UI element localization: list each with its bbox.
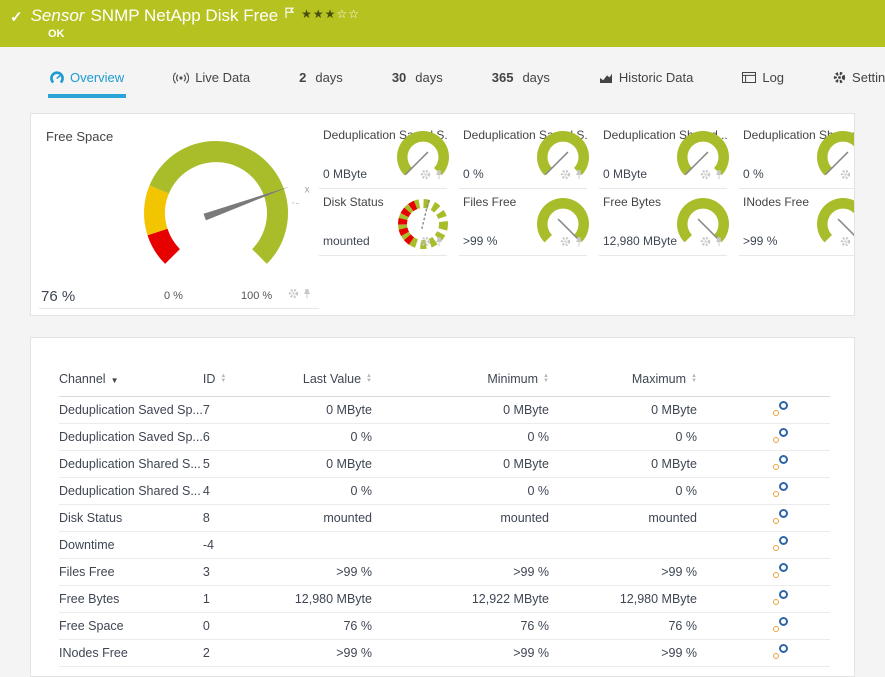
edit-channel-icon[interactable] (773, 455, 788, 470)
sensor-header: ✓ Sensor SNMP NetApp Disk Free ★★★☆☆ OK (0, 0, 885, 47)
table-row: Disk Status8mountedmountedmounted (59, 504, 830, 531)
tile-dedup-saved-bytes[interactable]: Deduplication Saved S... 0 MByte (319, 122, 447, 189)
sort-icon: ▲▼ (366, 374, 372, 384)
gauge-settings-gear-icon[interactable] (288, 286, 299, 304)
tile-dedup-shared-pct[interactable]: Deduplication Shared ... 0 % (739, 122, 855, 189)
free-space-gauge: x (116, 122, 316, 304)
edit-channel-icon[interactable] (773, 536, 788, 551)
edit-channel-icon[interactable] (773, 617, 788, 632)
tab-bar: Overview Live Data 2days 30days 365days … (0, 47, 885, 111)
col-header-maximum[interactable]: Maximum▲▼ (559, 362, 707, 396)
status-ok-check-icon: ✓ (10, 8, 23, 26)
gauge-settings-gear-icon[interactable] (840, 167, 851, 185)
tab-30-days[interactable]: 30days (390, 60, 445, 98)
edit-channel-icon[interactable] (773, 428, 788, 443)
object-kind-label: Sensor (31, 6, 85, 26)
edit-channel-icon[interactable] (773, 482, 788, 497)
stars-empty: ☆☆ (336, 7, 360, 21)
gauge-icon (50, 71, 64, 84)
edit-channel-icon[interactable] (773, 509, 788, 524)
pin-icon[interactable] (575, 167, 583, 185)
flag-icon[interactable] (285, 6, 295, 24)
table-header-row: Channel▼ ID▲▼ Last Value▲▼ Minimum▲▼ Max… (59, 362, 830, 396)
gauge-settings-gear-icon[interactable] (700, 167, 711, 185)
gauge-settings-gear-icon[interactable] (560, 234, 571, 252)
tab-historic-data[interactable]: Historic Data (597, 60, 695, 98)
table-row: Downtime-4 (59, 531, 830, 558)
priority-stars[interactable]: ★★★☆☆ (301, 7, 360, 21)
gear-icon (833, 71, 846, 84)
tab-2-days[interactable]: 2days (297, 60, 345, 98)
sensor-title: SNMP NetApp Disk Free (90, 6, 278, 26)
tab-settings[interactable]: Settings (831, 60, 885, 98)
tile-dedup-saved-pct[interactable]: Deduplication Saved S... 0 % (459, 122, 587, 189)
small-gauge-grid: Deduplication Saved S... 0 MByte Dedupli… (319, 122, 855, 256)
table-row: Deduplication Shared S...50 MByte0 MByte… (59, 450, 830, 477)
log-icon (742, 72, 756, 83)
gauge-settings-gear-icon[interactable] (840, 234, 851, 252)
broadcast-icon (173, 72, 189, 84)
sort-icon: ▲▼ (691, 374, 697, 384)
pin-icon[interactable] (575, 234, 583, 252)
table-row: INodes Free2>99 %>99 %>99 % (59, 639, 830, 666)
main-gauge-title: Free Space (46, 129, 113, 144)
tile-disk-status[interactable]: Disk Status mounted (319, 189, 447, 256)
col-header-last-value[interactable]: Last Value▲▼ (295, 362, 382, 396)
col-header-actions (707, 362, 830, 396)
pin-icon[interactable] (435, 234, 443, 252)
tab-365-days[interactable]: 365days (490, 60, 552, 98)
stars-filled: ★★★ (301, 7, 336, 21)
pin-icon[interactable] (715, 167, 723, 185)
gauge-settings-gear-icon[interactable] (420, 167, 431, 185)
overview-gauges-panel: Free Space x 76 % 0 % 100 % Deduplicatio… (30, 113, 855, 316)
table-row: Free Bytes112,980 MByte12,922 MByte12,98… (59, 585, 830, 612)
tab-live-data[interactable]: Live Data (171, 60, 252, 98)
tile-files-free[interactable]: Files Free >99 % (459, 189, 587, 256)
tile-dedup-shared-bytes[interactable]: Deduplication Shared ... 0 MByte (599, 122, 727, 189)
col-header-channel[interactable]: Channel▼ (59, 362, 203, 396)
table-row: Files Free3>99 %>99 %>99 % (59, 558, 830, 585)
gauge-settings-gear-icon[interactable] (700, 234, 711, 252)
tile-inodes-free[interactable]: INodes Free >99 % (739, 189, 855, 256)
sensor-status-badge: OK (48, 28, 65, 40)
sort-icon: ▲▼ (543, 374, 549, 384)
free-space-tile: Free Space x 76 % 0 % 100 % (39, 122, 319, 309)
gauge-settings-gear-icon[interactable] (560, 167, 571, 185)
channel-table: Channel▼ ID▲▼ Last Value▲▼ Minimum▲▼ Max… (59, 362, 830, 667)
table-row: Deduplication Shared S...40 %0 %0 % (59, 477, 830, 504)
col-header-minimum[interactable]: Minimum▲▼ (382, 362, 559, 396)
main-gauge-value: 76 % (41, 288, 75, 305)
tile-free-bytes[interactable]: Free Bytes 12,980 MByte (599, 189, 727, 256)
pin-icon[interactable] (715, 234, 723, 252)
col-header-id[interactable]: ID▲▼ (203, 362, 295, 396)
edit-channel-icon[interactable] (773, 401, 788, 416)
table-row: Deduplication Saved Sp...70 MByte0 MByte… (59, 396, 830, 423)
table-row: Deduplication Saved Sp...60 %0 %0 % (59, 423, 830, 450)
gauge-max-label: 100 % (241, 290, 272, 302)
pin-icon[interactable] (303, 286, 311, 304)
table-row: Free Space076 %76 %76 % (59, 612, 830, 639)
edit-channel-icon[interactable] (773, 563, 788, 578)
chart-icon (599, 72, 613, 84)
sort-desc-icon: ▼ (111, 376, 119, 385)
edit-channel-icon[interactable] (773, 644, 788, 659)
pin-icon[interactable] (435, 167, 443, 185)
gauge-settings-gear-icon[interactable] (420, 234, 431, 252)
tab-log[interactable]: Log (740, 60, 786, 98)
edit-channel-icon[interactable] (773, 590, 788, 605)
channels-panel: Channel▼ ID▲▼ Last Value▲▼ Minimum▲▼ Max… (30, 337, 855, 677)
sort-icon: ▲▼ (220, 374, 226, 384)
gauge-min-label: 0 % (164, 290, 183, 302)
tab-overview[interactable]: Overview (48, 60, 126, 98)
svg-text:x: x (305, 185, 310, 196)
